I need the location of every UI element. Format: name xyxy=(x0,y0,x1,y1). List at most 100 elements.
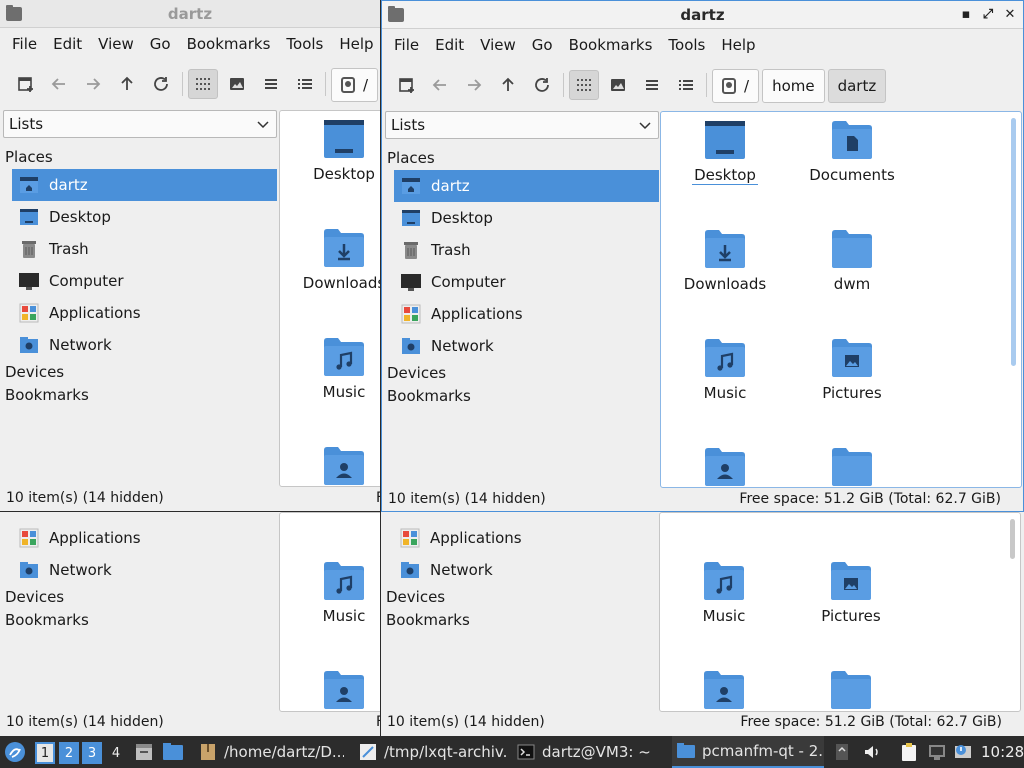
devices-header[interactable]: Devices xyxy=(387,364,446,382)
sidebar-mode-dropdown[interactable]: Lists xyxy=(3,110,277,138)
file-item-music[interactable]: Music xyxy=(284,561,380,625)
thumbnail-view-button[interactable] xyxy=(603,70,633,100)
sidebar-item-network[interactable]: Network xyxy=(393,554,658,586)
sidebar-item-network[interactable]: Network xyxy=(394,330,659,362)
compact-view-button[interactable] xyxy=(256,69,286,99)
file-manager-window-bottom-right[interactable]: Applications Network Devices Bookmarks M… xyxy=(381,512,1024,736)
title-bar[interactable]: dartz ▪ ⤢ ✕ xyxy=(382,1,1023,29)
file-view[interactable]: Music Pictures xyxy=(659,512,1021,712)
sidebar-item-applications[interactable]: Applications xyxy=(393,522,658,554)
title-bar[interactable]: dartz xyxy=(0,0,380,28)
back-button[interactable] xyxy=(44,69,74,99)
file-item-documents[interactable]: Documents xyxy=(792,120,912,184)
desktop-switch-2[interactable]: 2 xyxy=(59,742,79,764)
detailed-view-button[interactable] xyxy=(290,69,320,99)
updates-button[interactable] xyxy=(953,736,973,768)
file-item-desktop[interactable]: Desktop xyxy=(665,120,785,185)
menu-go[interactable]: Go xyxy=(524,36,561,54)
bookmarks-header[interactable]: Bookmarks xyxy=(386,611,470,629)
back-button[interactable] xyxy=(425,70,455,100)
detailed-view-button[interactable] xyxy=(671,70,701,100)
file-item-user-folder[interactable] xyxy=(665,447,785,488)
file-view[interactable]: Music xyxy=(279,512,381,712)
devices-header[interactable]: Devices xyxy=(386,588,445,606)
start-menu-button[interactable] xyxy=(4,736,26,768)
menu-tools[interactable]: Tools xyxy=(660,36,713,54)
reload-button[interactable] xyxy=(146,69,176,99)
file-view[interactable]: Desktop Downloads Music xyxy=(279,110,381,487)
sidebar-item-network[interactable]: Network xyxy=(12,554,277,586)
new-tab-button[interactable] xyxy=(392,70,422,100)
up-button[interactable] xyxy=(493,70,523,100)
sidebar-item-applications[interactable]: Applications xyxy=(394,298,659,330)
file-item-downloads[interactable]: Downloads xyxy=(665,229,785,293)
sidebar-mode-dropdown[interactable]: Lists xyxy=(385,111,659,139)
compact-view-button[interactable] xyxy=(637,70,667,100)
task-pcmanfm[interactable]: pcmanfm-qt - 2... xyxy=(672,736,824,768)
menu-file[interactable]: File xyxy=(4,35,45,53)
volume-button[interactable] xyxy=(862,736,882,768)
sidebar-item-applications[interactable]: Applications xyxy=(12,297,277,329)
file-item-downloads[interactable]: Downloads xyxy=(284,228,380,292)
file-item-user-folder[interactable] xyxy=(284,670,381,712)
vertical-scrollbar[interactable] xyxy=(1011,118,1016,366)
forward-button[interactable] xyxy=(459,70,489,100)
task-text-editor[interactable]: /tmp/lxqt-archiv... xyxy=(354,736,506,768)
sidebar-item-home[interactable]: dartz xyxy=(394,170,659,202)
sidebar-item-applications[interactable]: Applications xyxy=(12,522,277,554)
menu-view[interactable]: View xyxy=(472,36,524,54)
sidebar-item-home[interactable]: dartz xyxy=(12,169,277,201)
places-header[interactable]: Places xyxy=(387,149,435,167)
file-item-music[interactable]: Music xyxy=(665,338,785,402)
breadcrumb-home[interactable]: home xyxy=(762,69,825,103)
menu-file[interactable]: File xyxy=(386,36,427,54)
sidebar-item-trash[interactable]: Trash xyxy=(394,234,659,266)
menu-bookmarks[interactable]: Bookmarks xyxy=(561,36,661,54)
clipboard-button[interactable] xyxy=(899,736,919,768)
quicklaunch-file-manager[interactable] xyxy=(162,736,184,768)
menu-edit[interactable]: Edit xyxy=(45,35,90,53)
file-item-music[interactable]: Music xyxy=(284,337,380,401)
menu-tools[interactable]: Tools xyxy=(278,35,331,53)
forward-button[interactable] xyxy=(78,69,108,99)
menu-help[interactable]: Help xyxy=(331,35,380,53)
sidebar-item-desktop[interactable]: Desktop xyxy=(394,202,659,234)
desktop-switch-3[interactable]: 3 xyxy=(82,742,102,764)
quicklaunch-archiver[interactable] xyxy=(134,736,154,768)
clock[interactable]: 10:28 xyxy=(981,736,1024,768)
task-archiver[interactable]: /home/dartz/D... xyxy=(194,736,344,768)
tray-scroll-button[interactable] xyxy=(835,736,849,768)
file-item-user-folder[interactable] xyxy=(284,446,381,487)
devices-header[interactable]: Devices xyxy=(5,588,64,606)
file-manager-window-right[interactable]: dartz ▪ ⤢ ✕ File Edit View Go Bookmarks … xyxy=(381,0,1024,512)
network-status-button[interactable] xyxy=(927,736,947,768)
icon-view-button[interactable] xyxy=(188,69,218,99)
sidebar-item-computer[interactable]: Computer xyxy=(394,266,659,298)
menu-go[interactable]: Go xyxy=(142,35,179,53)
bookmarks-header[interactable]: Bookmarks xyxy=(5,611,89,629)
menu-help[interactable]: Help xyxy=(713,36,763,54)
file-view[interactable]: Desktop Documents Downloads dwm Music Pi… xyxy=(660,111,1022,488)
file-item-dwm[interactable]: dwm xyxy=(792,229,912,293)
menu-view[interactable]: View xyxy=(90,35,142,53)
thumbnail-view-button[interactable] xyxy=(222,69,252,99)
file-item-pictures[interactable]: Pictures xyxy=(791,561,911,625)
icon-view-button[interactable] xyxy=(569,70,599,100)
up-button[interactable] xyxy=(112,69,142,99)
breadcrumb-dartz[interactable]: dartz xyxy=(827,69,887,103)
sidebar-item-network[interactable]: Network xyxy=(12,329,277,361)
devices-header[interactable]: Devices xyxy=(5,363,64,381)
bookmarks-header[interactable]: Bookmarks xyxy=(5,386,89,404)
reload-button[interactable] xyxy=(527,70,557,100)
sidebar-item-desktop[interactable]: Desktop xyxy=(12,201,277,233)
task-terminal[interactable]: dartz@VM3: ~ xyxy=(512,736,660,768)
minimize-icon[interactable]: ▪ xyxy=(959,7,973,23)
file-manager-window-bottom-left[interactable]: Applications Network Devices Bookmarks M… xyxy=(0,512,381,736)
desktop-switch-4[interactable]: 4 xyxy=(106,742,126,764)
file-manager-window-left[interactable]: dartz File Edit View Go Bookmarks Tools … xyxy=(0,0,381,512)
file-item-folder[interactable] xyxy=(791,670,911,712)
file-item-folder[interactable] xyxy=(792,447,912,488)
file-item-pictures[interactable]: Pictures xyxy=(792,338,912,402)
sidebar-item-computer[interactable]: Computer xyxy=(12,265,277,297)
menu-bookmarks[interactable]: Bookmarks xyxy=(179,35,279,53)
